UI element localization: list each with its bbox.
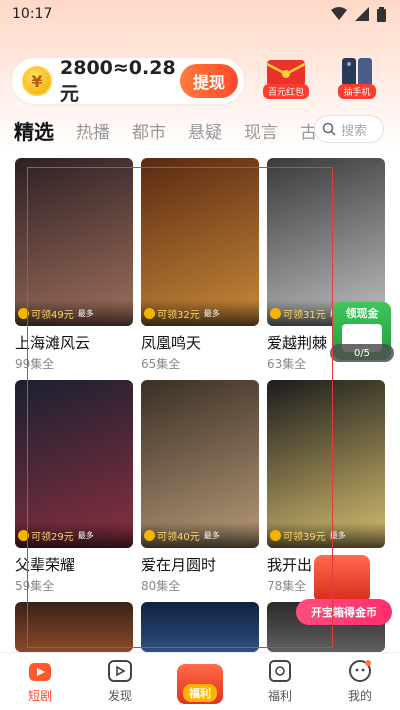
coin-balance: 2800≈0.28元 (60, 56, 176, 105)
grid-icon (269, 660, 291, 682)
search-placeholder: 搜索 (341, 123, 368, 139)
nav-welfare[interactable]: 福利 (245, 658, 315, 704)
promo-red-envelope[interactable]: 百元红包 (257, 56, 315, 104)
wifi-icon (331, 7, 347, 20)
profile-icon (349, 660, 371, 682)
status-bar: 10:17 (0, 0, 400, 28)
cash-task-progress: 0/5 (330, 344, 394, 362)
nav-short-drama[interactable]: 短剧 (5, 658, 75, 704)
tab-featured[interactable]: 精选 (14, 116, 54, 145)
cash-task-label: 领现金 (345, 307, 379, 320)
signal-icon (355, 7, 369, 21)
nav-label: 我的 (347, 689, 372, 703)
coin-balance-pill[interactable]: ¥ 2800≈0.28元 提现 (12, 56, 244, 105)
search-icon (322, 122, 336, 136)
search-input[interactable]: 搜索 (314, 115, 384, 143)
coin-icon: ¥ (22, 66, 52, 96)
nav-welfare-center[interactable]: 福利 (165, 664, 235, 704)
nav-profile[interactable]: 我的 (325, 658, 395, 704)
status-time: 10:17 (12, 6, 53, 22)
tab-hot[interactable]: 热播 (76, 118, 110, 143)
nav-label: 发现 (107, 689, 132, 703)
short-drama-icon (29, 663, 51, 681)
battery-icon (377, 6, 386, 22)
tab-romance[interactable]: 现言 (244, 118, 278, 143)
promo-phone[interactable]: 抽手机 (328, 56, 386, 104)
nav-label: 福利 (267, 689, 292, 703)
promo-label: 百元红包 (262, 84, 309, 99)
promo-label: 抽手机 (338, 84, 376, 99)
play-icon (108, 660, 132, 682)
tab-urban[interactable]: 都市 (132, 118, 166, 143)
bottom-nav: 短剧 发现 福利 福利 我的 (0, 652, 400, 710)
nav-discover[interactable]: 发现 (85, 658, 155, 704)
gift-icon: 福利 (177, 664, 223, 704)
status-icons (331, 6, 386, 22)
tab-suspense[interactable]: 悬疑 (188, 118, 222, 143)
nav-label: 短剧 (27, 689, 52, 703)
highlight-frame (27, 167, 333, 648)
withdraw-button[interactable]: 提现 (180, 64, 238, 98)
